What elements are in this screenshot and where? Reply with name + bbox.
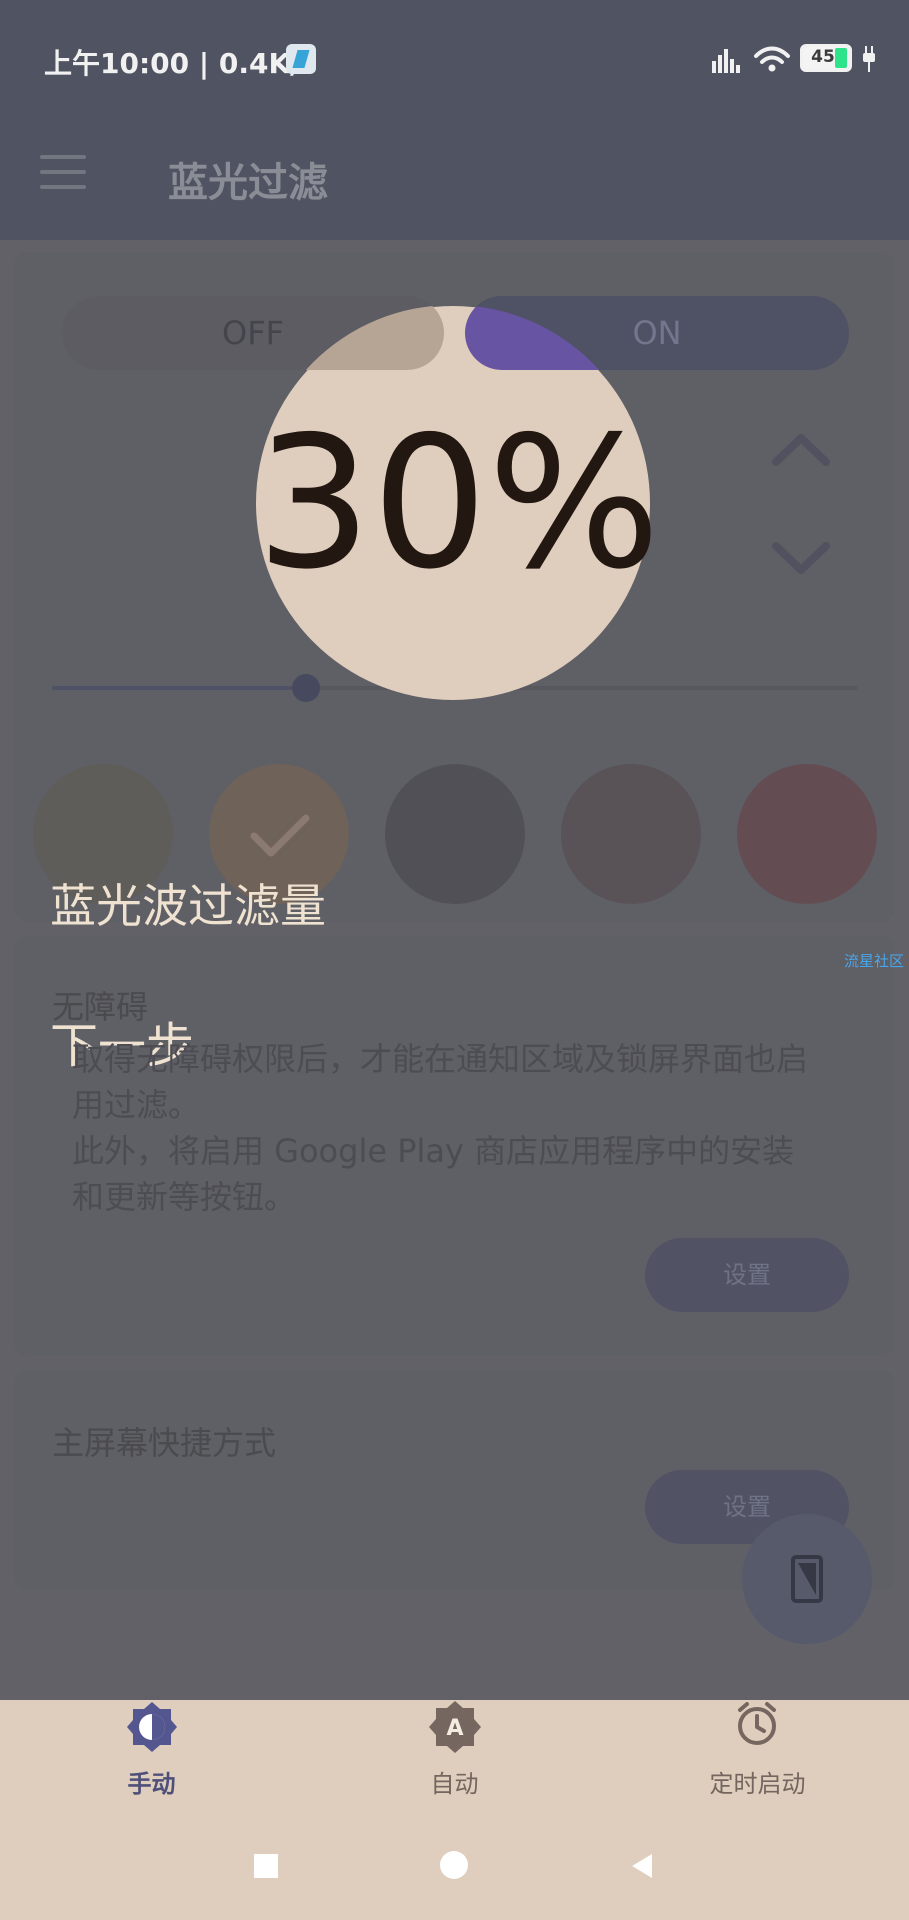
filter-slider-thumb[interactable]	[292, 674, 320, 702]
accessibility-description-line-2: 用过滤。	[72, 1086, 201, 1124]
filter-strength-value: 30%	[256, 397, 661, 609]
chevron-down-icon[interactable]	[772, 540, 830, 578]
svg-text:A: A	[446, 1716, 463, 1741]
tab-timer-label: 定时启动	[709, 1770, 806, 1798]
wifi-icon	[754, 46, 790, 72]
tutorial-label: 蓝光波过滤量	[50, 879, 326, 933]
color-swatch-4[interactable]	[561, 764, 701, 904]
accessibility-description-line-3: 此外，将启用 Google Play 商店应用程序中的安装	[72, 1132, 795, 1170]
color-swatch-5[interactable]	[737, 764, 877, 904]
auto-brightness-icon: A	[429, 1701, 481, 1753]
shortcut-title: 主屏幕快捷方式	[52, 1424, 277, 1462]
recents-nav-icon[interactable]	[254, 1854, 278, 1878]
plug-icon	[863, 46, 875, 72]
accessibility-description-line-1: 取得无障碍权限后，才能在通知区域及锁屏界面也启	[72, 1040, 809, 1078]
accessibility-settings-button[interactable]: 设置	[645, 1238, 849, 1312]
accessibility-description-line-4: 和更新等按钮。	[72, 1178, 297, 1216]
color-swatch-3[interactable]	[385, 764, 525, 904]
chevron-up-icon[interactable]	[772, 430, 830, 468]
phone-icon	[791, 1555, 823, 1603]
tab-manual-label: 手动	[127, 1770, 176, 1798]
app-notification-icon	[286, 44, 316, 74]
filter-slider-fill	[52, 686, 307, 690]
signal-icon	[712, 49, 740, 73]
check-icon	[250, 814, 310, 857]
alarm-icon	[738, 1702, 776, 1745]
brightness-icon	[127, 1702, 177, 1752]
status-time-speed: 上午10:00 | 0.4K/s	[44, 47, 318, 80]
watermark-text: 流星社区	[844, 952, 905, 970]
menu-icon[interactable]	[40, 155, 86, 191]
back-nav-icon[interactable]	[628, 1852, 656, 1880]
app-bar	[0, 120, 909, 240]
battery-percent: 45	[811, 47, 835, 67]
tab-auto-label: 自动	[430, 1770, 479, 1798]
home-nav-icon[interactable]	[440, 1851, 468, 1879]
page-title: 蓝光过滤	[168, 160, 328, 206]
accessibility-description: 取得无障碍权限后，才能在通知区域及锁屏界面也启 用过滤。 此外，将启用 Goog…	[72, 1036, 852, 1220]
